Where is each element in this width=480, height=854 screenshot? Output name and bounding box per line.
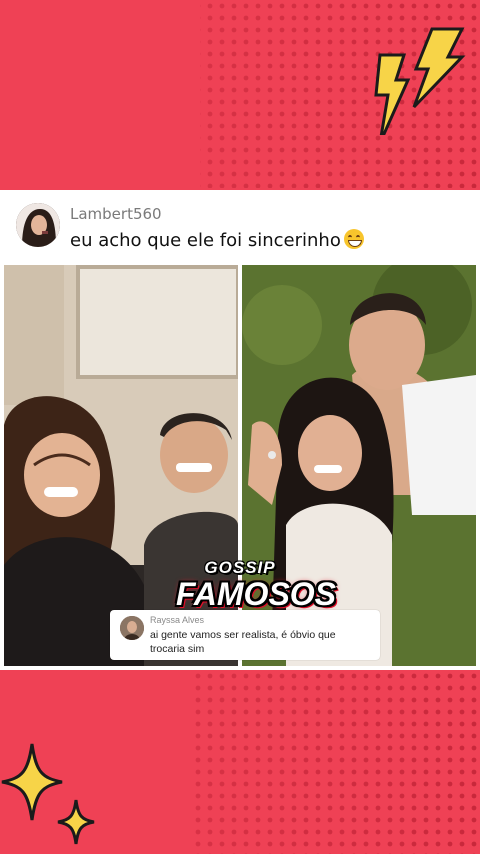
- logo-line1: GOSSIP: [204, 558, 276, 577]
- gossip-famosos-logo: GOSSIP FAMOSOS: [176, 556, 337, 618]
- reply-text: ai gente vamos ser realista, é óbvio que…: [150, 629, 336, 655]
- reply-username[interactable]: Rayssa Alves: [150, 615, 204, 625]
- reply-avatar[interactable]: [120, 616, 144, 640]
- comment-text: eu acho que ele foi sincerinho: [70, 229, 364, 251]
- comment-username[interactable]: Lambert560: [70, 205, 162, 223]
- bottom-decor-band: [0, 670, 480, 854]
- commenter-avatar[interactable]: [16, 203, 60, 247]
- logo-line2: FAMOSOS: [176, 576, 337, 612]
- reply-comment-bubble[interactable]: Rayssa Alves ai gente vamos ser realista…: [110, 610, 380, 660]
- top-decor-band: [0, 0, 480, 188]
- lightning-bolt-icon: [374, 27, 466, 135]
- comment-text-content: eu acho que ele foi sincerinho: [70, 230, 341, 251]
- grinning-face-icon: [343, 229, 364, 249]
- sparkle-icon: [1, 743, 95, 845]
